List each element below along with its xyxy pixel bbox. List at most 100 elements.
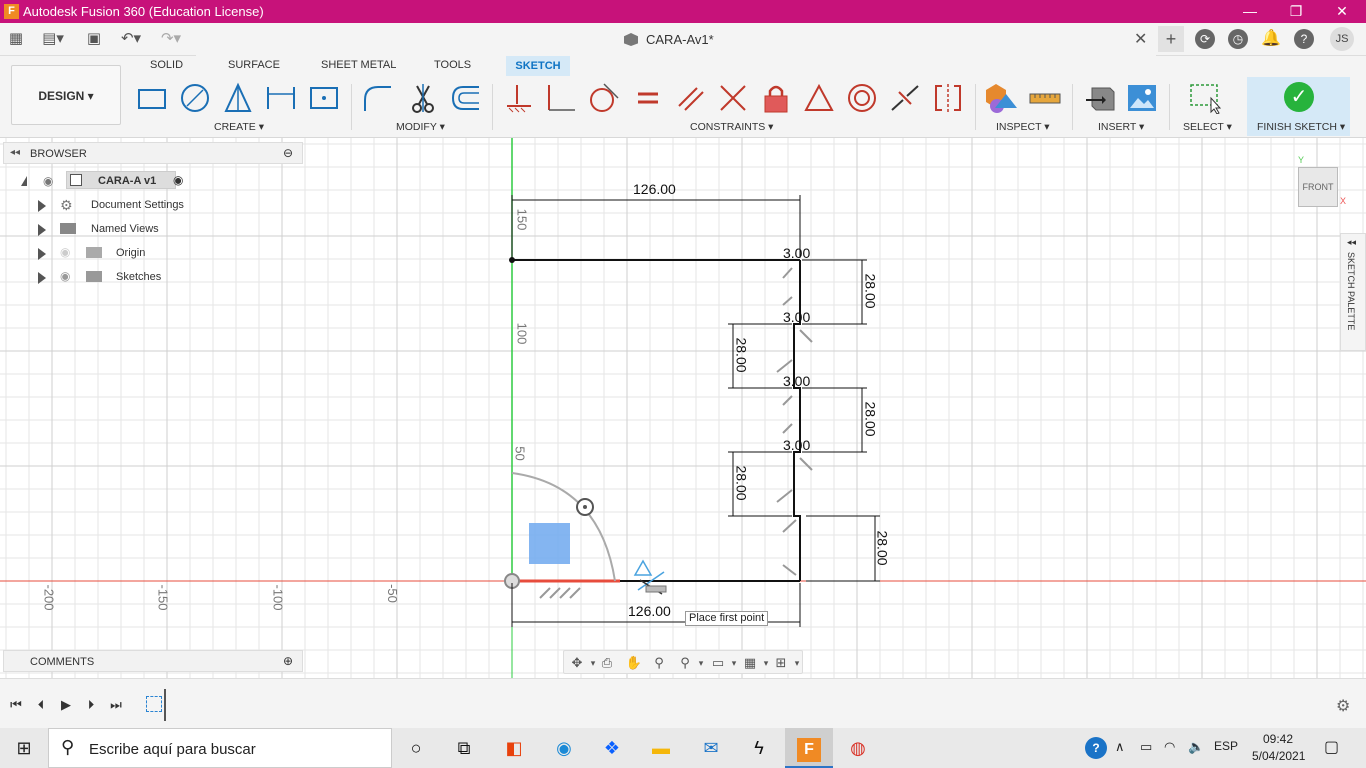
expand-triangle-icon[interactable] bbox=[38, 248, 46, 260]
dimension-text[interactable]: 28.00 bbox=[863, 273, 879, 308]
midpoint-icon[interactable] bbox=[803, 82, 835, 114]
tab-sheet-metal[interactable]: SHEET METAL bbox=[321, 59, 396, 71]
document-tab[interactable]: CARA-Av1* ✕ bbox=[196, 23, 1156, 56]
go-to-start-icon[interactable]: ⏮ bbox=[8, 697, 24, 713]
restore-button[interactable]: ❐ bbox=[1273, 0, 1319, 23]
windows-start-icon[interactable]: ⊞ bbox=[0, 728, 48, 768]
concentric-icon[interactable] bbox=[846, 82, 878, 114]
timeline-marker[interactable] bbox=[164, 689, 166, 721]
sketch-feature-icon[interactable] bbox=[146, 696, 162, 712]
trim-icon[interactable] bbox=[407, 82, 439, 114]
browser-item-sketches[interactable]: ◉ Sketches bbox=[38, 267, 173, 287]
visibility-eye-icon[interactable]: ◉ bbox=[60, 269, 70, 283]
close-tab-icon[interactable]: ✕ bbox=[1134, 29, 1147, 49]
notifications-icon[interactable]: 🔔 bbox=[1261, 29, 1281, 49]
extensions-icon[interactable]: ⟳ bbox=[1195, 29, 1215, 49]
dimension-text[interactable]: 28.00 bbox=[875, 530, 891, 565]
offset-icon[interactable] bbox=[449, 82, 481, 114]
measure-icon[interactable] bbox=[1029, 82, 1061, 114]
parallel-icon[interactable] bbox=[675, 82, 707, 114]
collinear-icon[interactable] bbox=[889, 82, 921, 114]
browser-pin-icon[interactable]: ⊖ bbox=[283, 146, 293, 160]
expand-triangle-icon[interactable] bbox=[38, 224, 46, 236]
app-grid-icon[interactable]: ▦ bbox=[6, 29, 26, 49]
expand-triangle-icon[interactable] bbox=[21, 176, 27, 186]
finish-sketch-button[interactable]: ✓ FINISH SKETCH ▾ bbox=[1247, 77, 1350, 136]
dimension-text[interactable]: 28.00 bbox=[734, 465, 750, 500]
polygon-icon[interactable] bbox=[222, 82, 254, 114]
go-to-end-icon[interactable]: ⏭ bbox=[108, 697, 124, 713]
viewcube[interactable]: FRONT bbox=[1298, 167, 1338, 207]
inspect-menu[interactable]: INSPECT ▾ bbox=[996, 121, 1050, 133]
dimension-text[interactable]: 3.00 bbox=[783, 309, 810, 325]
hidden-eye-icon[interactable]: ◉ bbox=[60, 245, 70, 259]
browser-item-named-views[interactable]: Named Views bbox=[38, 219, 168, 239]
redo-icon[interactable]: ↷▾ bbox=[156, 29, 186, 49]
collapse-panel-icon[interactable]: ◂◂ bbox=[10, 147, 20, 158]
file-menu-icon[interactable]: ▤▾ bbox=[38, 29, 68, 49]
browser-item-origin[interactable]: ◉ Origin bbox=[38, 243, 158, 263]
dropbox-icon[interactable]: ❖ bbox=[588, 728, 636, 768]
select-menu[interactable]: SELECT ▾ bbox=[1183, 121, 1232, 133]
fix-lock-icon[interactable] bbox=[760, 82, 792, 114]
mail-icon[interactable]: ✉ bbox=[687, 728, 735, 768]
perpendicular-icon[interactable] bbox=[717, 82, 749, 114]
dimension-text[interactable]: 3.00 bbox=[783, 437, 810, 453]
symmetry-icon[interactable] bbox=[932, 82, 964, 114]
tab-surface[interactable]: SURFACE bbox=[228, 59, 280, 71]
step-back-icon[interactable]: ⏴ bbox=[33, 697, 49, 713]
window-select-icon[interactable] bbox=[1189, 82, 1221, 114]
horizontal-vertical-icon[interactable] bbox=[503, 82, 535, 114]
file-explorer-icon[interactable]: ▬ bbox=[637, 728, 685, 768]
tangent-icon[interactable] bbox=[588, 82, 620, 114]
minimize-button[interactable]: — bbox=[1227, 0, 1273, 23]
cortana-icon[interactable]: ○ bbox=[392, 728, 440, 768]
dimension-text[interactable]: 3.00 bbox=[783, 373, 810, 389]
workspace-switcher[interactable]: DESIGN ▾ bbox=[11, 65, 121, 125]
close-window-button[interactable]: ✕ bbox=[1319, 0, 1365, 23]
meet-now-icon[interactable]: ▭ bbox=[1140, 739, 1152, 755]
fillet-icon[interactable] bbox=[362, 82, 394, 114]
tab-solid[interactable]: SOLID bbox=[150, 59, 183, 71]
lightning-app-icon[interactable]: ϟ bbox=[735, 728, 783, 768]
help-icon[interactable]: ? bbox=[1294, 29, 1314, 49]
expand-triangle-icon[interactable] bbox=[38, 272, 46, 284]
dimension-text[interactable]: 126.00 bbox=[633, 181, 676, 197]
rectangle-icon[interactable] bbox=[136, 82, 168, 114]
constraints-menu[interactable]: CONSTRAINTS ▾ bbox=[690, 121, 773, 133]
dimension-text[interactable]: 3.00 bbox=[783, 245, 810, 261]
notification-center-icon[interactable]: ▢ bbox=[1324, 737, 1339, 757]
chrome-icon[interactable]: ◍ bbox=[834, 728, 882, 768]
volume-icon[interactable]: 🔈 bbox=[1188, 739, 1204, 755]
coincident-icon[interactable] bbox=[545, 82, 577, 114]
help-tray-icon[interactable]: ? bbox=[1085, 737, 1107, 759]
insert-menu[interactable]: INSERT ▾ bbox=[1098, 121, 1144, 133]
comments-panel[interactable]: COMMENTS ⊕ bbox=[3, 650, 303, 672]
user-avatar[interactable]: JS bbox=[1330, 27, 1354, 51]
undo-icon[interactable]: ↶▾ bbox=[116, 29, 146, 49]
display-component-colors-icon[interactable] bbox=[986, 82, 1018, 114]
circle-icon[interactable] bbox=[179, 82, 211, 114]
add-comment-icon[interactable]: ⊕ bbox=[283, 654, 293, 668]
zoom-icon[interactable]: ⚲ bbox=[650, 654, 668, 672]
look-at-icon[interactable]: ⎙ bbox=[598, 654, 616, 672]
taskbar-search-box[interactable]: ⚲ Escribe aquí para buscar bbox=[48, 728, 392, 768]
fusion-taskbar-icon[interactable]: F bbox=[785, 728, 833, 768]
job-status-icon[interactable]: ◷ bbox=[1228, 29, 1248, 49]
tab-sketch[interactable]: SKETCH bbox=[506, 56, 570, 76]
dimension-text[interactable]: 126.00 bbox=[628, 603, 671, 619]
new-tab-icon[interactable]: + bbox=[1158, 26, 1184, 52]
modify-menu[interactable]: MODIFY ▾ bbox=[396, 121, 445, 133]
office-icon[interactable]: ◧ bbox=[490, 728, 538, 768]
visibility-eye-icon[interactable]: ◉ bbox=[43, 174, 53, 188]
create-menu[interactable]: CREATE ▾ bbox=[214, 121, 264, 133]
pan-icon[interactable]: ✋ bbox=[625, 654, 643, 672]
edge-icon[interactable]: ◉ bbox=[540, 728, 588, 768]
save-icon[interactable]: ▣ bbox=[84, 29, 104, 49]
activate-radio-icon[interactable]: ◉ bbox=[173, 173, 183, 187]
language-indicator[interactable]: ESP bbox=[1214, 739, 1238, 753]
dimension-icon[interactable] bbox=[265, 82, 297, 114]
expand-triangle-icon[interactable] bbox=[38, 200, 46, 212]
insert-canvas-icon[interactable] bbox=[1126, 82, 1158, 114]
expand-palette-icon[interactable]: ◂◂ bbox=[1347, 237, 1356, 248]
